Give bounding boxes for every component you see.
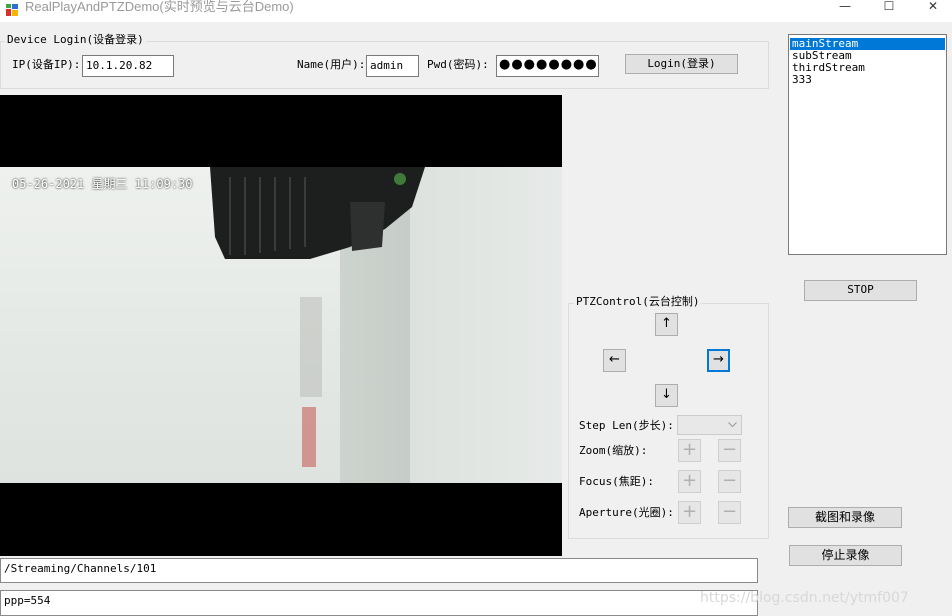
- username-input[interactable]: admin: [366, 55, 419, 77]
- ptz-up-button[interactable]: ↑: [655, 313, 678, 336]
- login-button[interactable]: Login(登录): [625, 54, 738, 74]
- focus-minus-button[interactable]: −: [718, 470, 741, 493]
- aperture-label: Aperture(光圈):: [579, 506, 674, 519]
- stop-record-button[interactable]: 停止录像: [789, 545, 902, 566]
- osd-timestamp: 05-26-2021 星期三 11:09:30: [12, 177, 193, 191]
- step-length-select[interactable]: [677, 415, 742, 435]
- aperture-plus-button[interactable]: +: [678, 501, 701, 524]
- video-frame: 05-26-2021 星期三 11:09:30: [0, 167, 562, 483]
- list-item[interactable]: 333: [790, 74, 945, 86]
- chevron-down-icon: [728, 422, 737, 428]
- zoom-plus-button[interactable]: +: [678, 439, 701, 462]
- param-field[interactable]: ppp=554: [0, 590, 758, 616]
- video-preview[interactable]: 05-26-2021 星期三 11:09:30: [0, 95, 562, 556]
- minimize-icon[interactable]: —: [822, 0, 868, 14]
- password-label: Pwd(密码):: [427, 58, 489, 71]
- list-item[interactable]: thirdStream: [790, 62, 945, 74]
- capture-record-button[interactable]: 截图和录像: [788, 507, 902, 528]
- window-title: RealPlayAndPTZDemo(实时预览与云台Demo): [25, 0, 294, 14]
- maximize-icon[interactable]: ☐: [866, 0, 912, 14]
- zoom-minus-button[interactable]: −: [718, 439, 741, 462]
- stream-list[interactable]: mainStream subStream thirdStream 333: [788, 34, 947, 255]
- zoom-label: Zoom(缩放):: [579, 444, 648, 457]
- ip-label: IP(设备IP):: [12, 58, 81, 71]
- watermark-text: https://blog.csdn.net/ytmf007: [700, 590, 909, 606]
- password-input[interactable]: ●●●●●●●●●: [496, 55, 599, 77]
- aperture-minus-button[interactable]: −: [718, 501, 741, 524]
- focus-label: Focus(焦距):: [579, 475, 654, 488]
- app-icon: [5, 3, 19, 17]
- device-login-legend: Device Login(设备登录): [5, 33, 146, 46]
- url-path-field[interactable]: /Streaming/Channels/101: [0, 558, 758, 583]
- ptz-left-button[interactable]: ←: [603, 349, 626, 372]
- ptz-right-button[interactable]: →: [707, 349, 730, 372]
- wall-right: [410, 167, 562, 483]
- focus-plus-button[interactable]: +: [678, 470, 701, 493]
- step-length-label: Step Len(步长):: [579, 419, 674, 432]
- ip-input[interactable]: 10.1.20.82: [82, 55, 174, 77]
- stop-button[interactable]: STOP: [804, 280, 917, 301]
- close-icon[interactable]: ✕: [910, 0, 952, 14]
- wall-sign-red: [302, 407, 316, 467]
- name-label: Name(用户):: [297, 58, 366, 71]
- equipment-shape: [210, 167, 425, 259]
- ptz-legend: PTZControl(云台控制): [574, 295, 702, 308]
- title-bar: RealPlayAndPTZDemo(实时预览与云台Demo) — ☐ ✕: [0, 0, 952, 22]
- wall-sign: [300, 297, 322, 397]
- ptz-down-button[interactable]: ↓: [655, 384, 678, 407]
